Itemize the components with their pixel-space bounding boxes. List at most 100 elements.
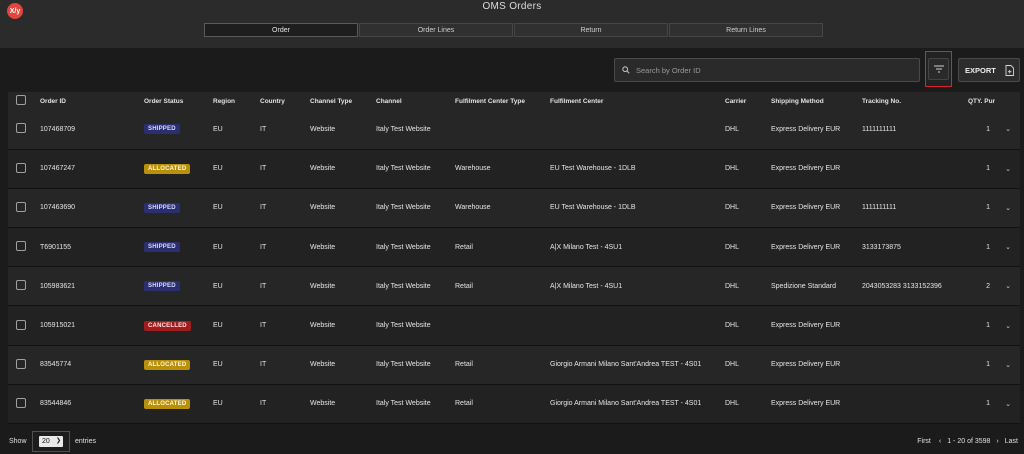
- tracking-cell: 1111111111: [862, 204, 897, 212]
- expand-row-chevron-icon[interactable]: ⌄: [1005, 401, 1011, 408]
- column-header-fc-type[interactable]: Fulfilment Center Type: [455, 92, 550, 110]
- shipping-method-cell: Express Delivery EUR: [771, 361, 841, 369]
- column-header-tracking[interactable]: Tracking No.: [862, 92, 968, 110]
- column-header-shipping-method[interactable]: Shipping Method: [771, 92, 862, 110]
- shipping-method-cell: Express Delivery EUR: [771, 400, 841, 408]
- channel-cell: Italy Test Website: [376, 322, 431, 330]
- region-cell: EU: [213, 125, 223, 133]
- table-row[interactable]: 83544846 ALLOCATED EU IT Website Italy Test W…: [8, 384, 1020, 424]
- entries-select[interactable]: 20 ❯: [32, 431, 70, 452]
- qty-cell: 1: [986, 243, 990, 251]
- table-row[interactable]: 107463690 SHIPPED EU IT Website Italy Test We…: [8, 188, 1020, 228]
- column-header-qty[interactable]: QTY. Pur: [968, 92, 1020, 110]
- channel-type-cell: Website: [310, 243, 336, 251]
- tab-order-lines[interactable]: Order Lines: [359, 23, 513, 37]
- row-checkbox[interactable]: [16, 241, 26, 252]
- expand-row-chevron-icon[interactable]: ⌄: [1005, 323, 1011, 330]
- row-checkbox[interactable]: [16, 280, 26, 291]
- country-cell: IT: [260, 400, 267, 408]
- row-checkbox[interactable]: [16, 358, 26, 369]
- row-checkbox[interactable]: [16, 319, 26, 330]
- country-cell: IT: [260, 204, 267, 212]
- search-box[interactable]: [614, 58, 920, 82]
- row-checkbox[interactable]: [16, 201, 26, 212]
- first-page-link[interactable]: First: [917, 438, 931, 445]
- qty-cell: 1: [986, 400, 990, 408]
- shipping-method-cell: Express Delivery EUR: [771, 204, 841, 212]
- expand-row-chevron-icon[interactable]: ⌄: [1005, 283, 1011, 290]
- column-header-channel-type[interactable]: Channel Type: [310, 92, 376, 110]
- status-badge: SHIPPED: [144, 124, 180, 135]
- next-page-icon[interactable]: ›: [996, 438, 998, 445]
- tracking-cell: 1111111111: [862, 125, 897, 133]
- carrier-cell: DHL: [725, 204, 740, 212]
- expand-row-chevron-icon[interactable]: ⌄: [1005, 126, 1011, 133]
- entries-dropdown[interactable]: 20 ❯: [39, 436, 63, 447]
- carrier-cell: DHL: [725, 243, 740, 251]
- column-header-carrier[interactable]: Carrier: [725, 92, 771, 110]
- filter-button[interactable]: [925, 51, 952, 87]
- column-header-order-status[interactable]: Order Status: [144, 92, 213, 110]
- status-badge: ALLOCATED: [144, 163, 191, 174]
- order-id: 107468709: [40, 125, 76, 133]
- carrier-cell: DHL: [725, 322, 740, 330]
- column-header-country[interactable]: Country: [260, 92, 310, 110]
- fc-cell: EU Test Warehouse - 1DLB: [550, 165, 636, 173]
- fc-type-cell: Warehouse: [455, 165, 491, 173]
- select-all-checkbox[interactable]: [16, 95, 26, 105]
- table-row[interactable]: 83545774 ALLOCATED EU IT Website Italy Test W…: [8, 345, 1020, 385]
- qty-cell: 1: [986, 204, 990, 212]
- status-badge: SHIPPED: [144, 202, 180, 213]
- column-header-order-id[interactable]: Order ID: [40, 92, 144, 110]
- channel-cell: Italy Test Website: [376, 165, 431, 173]
- tab-return[interactable]: Return: [514, 23, 668, 37]
- expand-row-chevron-icon[interactable]: ⌄: [1005, 244, 1011, 251]
- filter-button-inner[interactable]: [928, 58, 949, 80]
- order-id: 105983621: [40, 282, 76, 290]
- table-row[interactable]: 107468709 SHIPPED EU IT Website Italy Test We…: [8, 110, 1020, 150]
- expand-row-chevron-icon[interactable]: ⌄: [1005, 166, 1011, 173]
- last-page-link[interactable]: Last: [1005, 438, 1018, 445]
- search-input[interactable]: [636, 65, 896, 75]
- page-range: 1 - 20 of 3598: [947, 438, 991, 445]
- channel-cell: Italy Test Website: [376, 243, 431, 251]
- export-label: EXPORT: [965, 65, 996, 75]
- country-cell: IT: [260, 165, 267, 173]
- expand-row-chevron-icon[interactable]: ⌄: [1005, 362, 1011, 369]
- prev-page-icon[interactable]: ‹: [939, 438, 941, 445]
- channel-type-cell: Website: [310, 322, 336, 330]
- tab-return-lines[interactable]: Return Lines: [669, 23, 823, 37]
- table-row[interactable]: 105915021 CANCELLED EU IT Website Italy Test …: [8, 305, 1020, 346]
- region-cell: EU: [213, 243, 223, 251]
- table-row[interactable]: 107467247 ALLOCATED EU IT Website Italy Test …: [8, 149, 1020, 189]
- table-row[interactable]: T6901155 SHIPPED EU IT Website Italy Test Web…: [8, 227, 1020, 267]
- export-button[interactable]: EXPORT: [958, 58, 1020, 82]
- channel-cell: Italy Test Website: [376, 282, 431, 290]
- column-header-fc[interactable]: Fulfilment Center: [550, 92, 725, 110]
- shipping-method-cell: Express Delivery EUR: [771, 165, 841, 173]
- row-checkbox[interactable]: [16, 397, 26, 408]
- carrier-cell: DHL: [725, 400, 740, 408]
- shipping-method-cell: Express Delivery EUR: [771, 243, 841, 251]
- expand-row-chevron-icon[interactable]: ⌄: [1005, 205, 1011, 212]
- table-row[interactable]: 105983621 SHIPPED EU IT Website Italy Test We…: [8, 266, 1020, 306]
- region-cell: EU: [213, 282, 223, 290]
- table-footer: Show 20 ❯ entries First ‹ 1 - 20 of 3598…: [0, 430, 1024, 454]
- channel-type-cell: Website: [310, 282, 336, 290]
- qty-cell: 1: [986, 361, 990, 369]
- column-header-channel[interactable]: Channel: [376, 92, 455, 110]
- channel-type-cell: Website: [310, 125, 336, 133]
- status-badge: SHIPPED: [144, 242, 180, 253]
- order-id: 83544846: [40, 400, 72, 408]
- column-header-region[interactable]: Region: [213, 92, 260, 110]
- fc-cell: EU Test Warehouse - 1DLB: [550, 204, 636, 212]
- row-checkbox[interactable]: [16, 162, 26, 173]
- row-checkbox[interactable]: [16, 123, 26, 134]
- tracking-cell: 2043053283 3133152396: [862, 282, 942, 290]
- order-id: 105915021: [40, 322, 76, 330]
- fc-cell: Giorgio Armani Milano Sant'Andrea TEST -…: [550, 361, 702, 369]
- filter-icon: [933, 65, 944, 73]
- channel-cell: Italy Test Website: [376, 361, 431, 369]
- channel-cell: Italy Test Website: [376, 400, 431, 408]
- tab-order[interactable]: Order: [204, 23, 358, 37]
